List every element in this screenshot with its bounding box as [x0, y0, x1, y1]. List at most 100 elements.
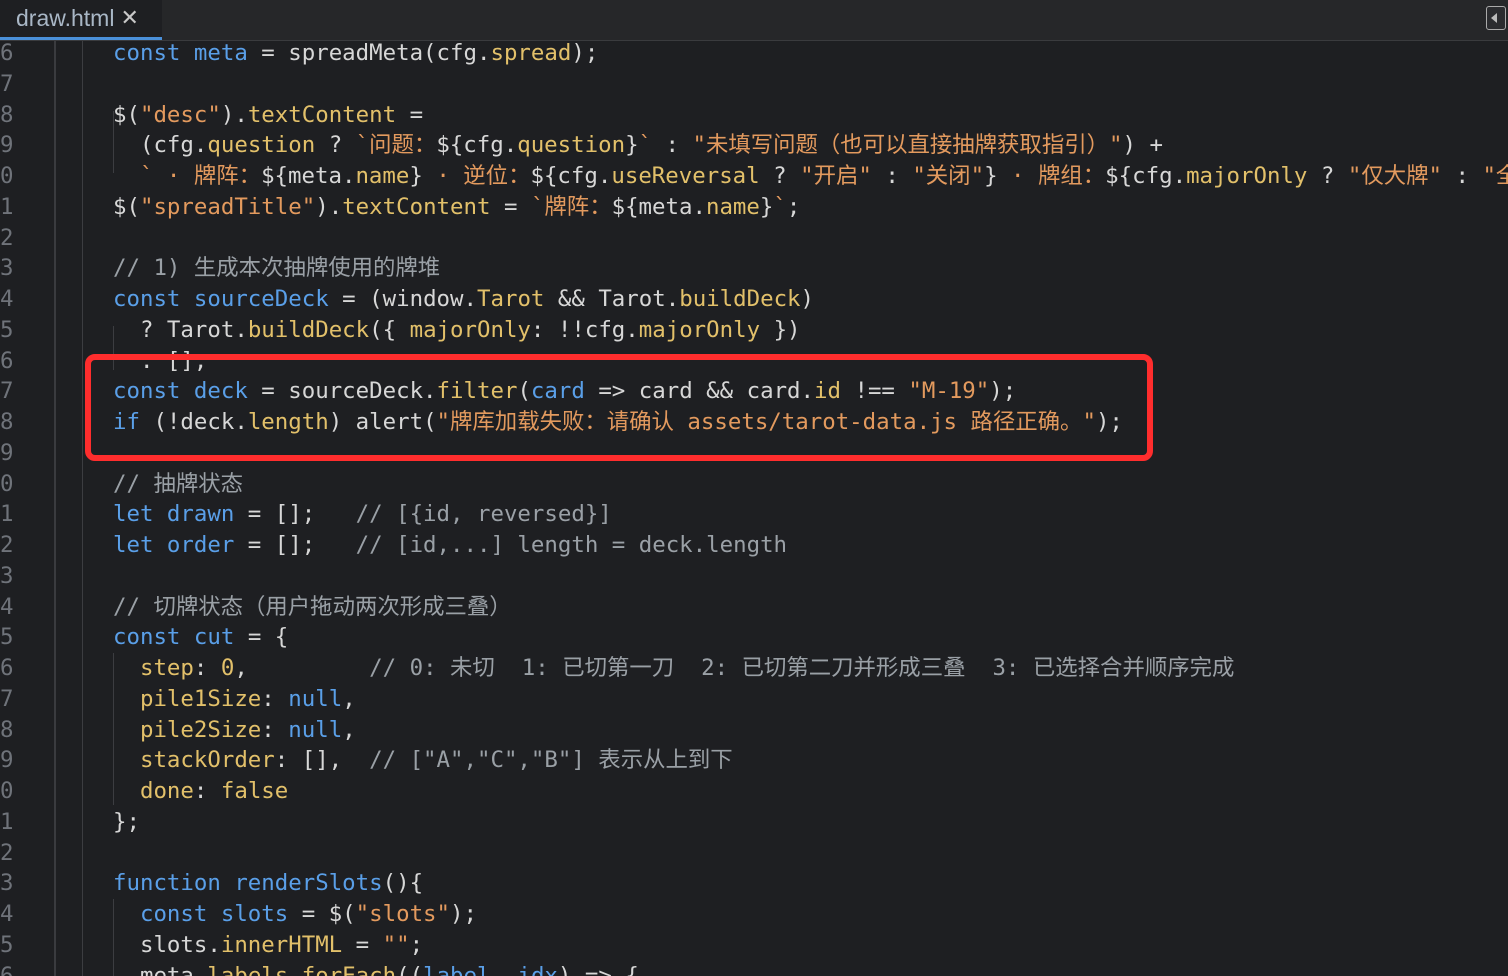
code-token: forEach	[301, 962, 397, 976]
code-token: :	[261, 685, 289, 712]
line-number: 5	[0, 931, 14, 958]
code-line[interactable]: 1 $("spreadTitle").textContent = `牌阵：${me…	[0, 192, 1508, 223]
code-token: ${meta.	[611, 193, 706, 220]
code-token: question	[207, 132, 316, 159]
code-line[interactable]: 4 const sourceDeck = (window.Tarot && Tar…	[0, 284, 1508, 315]
code-text: meta.labels.forEach((label, idx) => {	[113, 961, 639, 976]
tab-title[interactable]: draw.html	[16, 5, 114, 32]
code-token: "关闭"	[912, 163, 985, 189]
code-line[interactable]: 0 done: false	[0, 776, 1508, 807]
code-token: );	[450, 901, 477, 927]
code-line[interactable]: 7 pile1Size: null,	[0, 684, 1508, 715]
code-token: name	[355, 163, 410, 189]
code-line[interactable]: 7	[0, 69, 1508, 100]
close-icon[interactable]: ✕	[120, 6, 138, 31]
code-line[interactable]: 2 let order = []; // [id,...] length = de…	[0, 530, 1508, 561]
code-token: question	[517, 132, 626, 159]
line-number: 1	[0, 193, 14, 220]
line-number: 6	[0, 655, 14, 681]
line-number: 0	[0, 470, 14, 497]
line-number: 7	[0, 70, 14, 97]
code-line[interactable]: 8 pile2Size: null,	[0, 715, 1508, 746]
code-text: // 1) 生成本次抽牌使用的牌堆	[113, 253, 440, 284]
code-token: ""	[382, 931, 410, 958]
code-token: majorOnly	[638, 316, 761, 343]
code-text: const sourceDeck = (window.Tarot && Taro…	[113, 284, 814, 315]
code-token: name	[705, 193, 760, 220]
code-token: = $(	[288, 901, 356, 927]
code-token: const	[113, 41, 194, 66]
code-token: "开启"	[800, 163, 872, 189]
code-token: :	[652, 132, 693, 159]
code-token: = [];	[234, 501, 356, 528]
line-number: 9	[0, 747, 14, 774]
code-token: ).	[220, 101, 248, 128]
code-token: ? Tarot.	[113, 316, 248, 343]
code-token: "desc"	[139, 101, 221, 128]
code-line[interactable]: 5 slots.innerHTML = "";	[0, 930, 1508, 961]
code-line[interactable]: 1 let drawn = []; // [{id, reversed}]	[0, 499, 1508, 530]
code-token: Tarot	[477, 286, 545, 312]
code-line[interactable]: 8 $("desc").textContent =	[0, 100, 1508, 131]
code-line[interactable]: 4 // 切牌状态（用户拖动两次形成三叠）	[0, 592, 1508, 623]
collapse-panel-icon[interactable]	[1486, 6, 1506, 30]
code-token: buildDeck	[247, 316, 370, 343]
line-number: 8	[0, 101, 14, 128]
code-token: ?	[759, 163, 801, 189]
code-token: `	[638, 132, 653, 159]
code-line[interactable]: 6 const meta = spreadMeta(cfg.spread);	[0, 41, 1508, 69]
code-token: ;	[786, 193, 801, 220]
code-text: $("spreadTitle").textContent = `牌阵：${met…	[113, 192, 800, 223]
line-number: 6	[0, 347, 14, 374]
code-token: // [id,...] length = deck.length	[355, 532, 788, 558]
code-token: renderSlots	[234, 870, 383, 897]
code-line[interactable]: 3 function renderSlots(){	[0, 868, 1508, 899]
code-token: = spreadMeta(cfg.	[247, 41, 491, 66]
code-line[interactable]: 4 const slots = $("slots");	[0, 899, 1508, 930]
code-token: majorOnly	[409, 316, 531, 343]
code-token: =	[342, 931, 383, 958]
code-token: labels	[207, 962, 289, 976]
code-line[interactable]: 5 ? Tarot.buildDeck({ majorOnly: !!cfg.m…	[0, 315, 1508, 346]
code-token: };	[113, 808, 140, 835]
code-token: ${meta.	[261, 163, 356, 189]
code-line[interactable]: 0 ` · 牌阵：${meta.name} · 逆位：${cfg.useReve…	[0, 161, 1508, 192]
code-token: // 切牌状态（用户拖动两次形成三叠）	[113, 593, 512, 620]
code-line[interactable]: 2	[0, 223, 1508, 254]
code-token: · 牌组：	[997, 163, 1106, 189]
line-number: 2	[0, 224, 14, 251]
line-number: 1	[0, 808, 14, 835]
code-line[interactable]: 3 // 1) 生成本次抽牌使用的牌堆	[0, 253, 1508, 284]
code-token: textContent	[342, 193, 491, 220]
code-token: :	[261, 716, 289, 743]
code-line[interactable]: 1};	[0, 807, 1508, 838]
line-number: 2	[0, 532, 14, 558]
code-text: // 切牌状态（用户拖动两次形成三叠）	[113, 592, 512, 623]
code-token: : [],	[274, 747, 370, 774]
code-token: ((	[396, 962, 424, 976]
code-token: // 1) 生成本次抽牌使用的牌堆	[113, 255, 441, 282]
code-token: :	[193, 778, 221, 804]
code-token: step	[113, 655, 194, 681]
code-token: "全牌	[1482, 163, 1508, 189]
code-line[interactable]: 5 const cut = {	[0, 622, 1508, 653]
code-token: )	[800, 286, 815, 312]
code-text: // 抽牌状态	[113, 469, 243, 500]
code-token: innerHTML	[220, 931, 343, 958]
code-line[interactable]: 9 (cfg.question ? `问题：${cfg.question}` :…	[0, 130, 1508, 161]
code-token: spread	[490, 41, 572, 66]
code-line[interactable]: 0 // 抽牌状态	[0, 469, 1508, 500]
code-line[interactable]: 6 step: 0, // 0: 未切 1: 已切第一刀 2: 已切第二刀并形成…	[0, 653, 1508, 684]
code-token: }	[409, 163, 423, 189]
code-text: ` · 牌阵：${meta.name} · 逆位：${cfg.useRevers…	[113, 161, 1508, 192]
tab-draw-html[interactable]: draw.html ✕	[0, 0, 162, 40]
code-token: );	[571, 41, 599, 66]
code-token: "仅大牌"	[1347, 163, 1442, 189]
code-line[interactable]: 2	[0, 838, 1508, 869]
code-line[interactable]: 6 meta.labels.forEach((label, idx) => {	[0, 961, 1508, 976]
code-editor[interactable]: 6 const meta = spreadMeta(cfg.spread); 7 8 $…	[0, 41, 1508, 976]
code-token: }	[984, 163, 998, 189]
line-number: 3	[0, 870, 14, 897]
code-line[interactable]: 3	[0, 561, 1508, 592]
code-line[interactable]: 9 stackOrder: [], // ["A","C","B"] 表示从上到…	[0, 745, 1508, 776]
